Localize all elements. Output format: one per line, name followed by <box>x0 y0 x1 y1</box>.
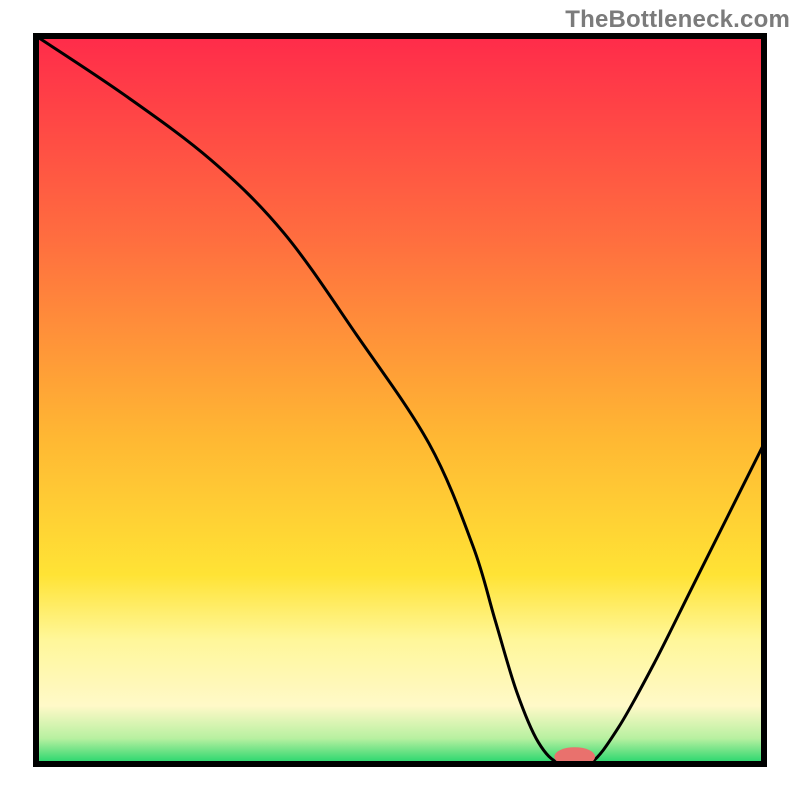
watermark-text: TheBottleneck.com <box>565 6 790 34</box>
chart-svg <box>0 0 800 800</box>
